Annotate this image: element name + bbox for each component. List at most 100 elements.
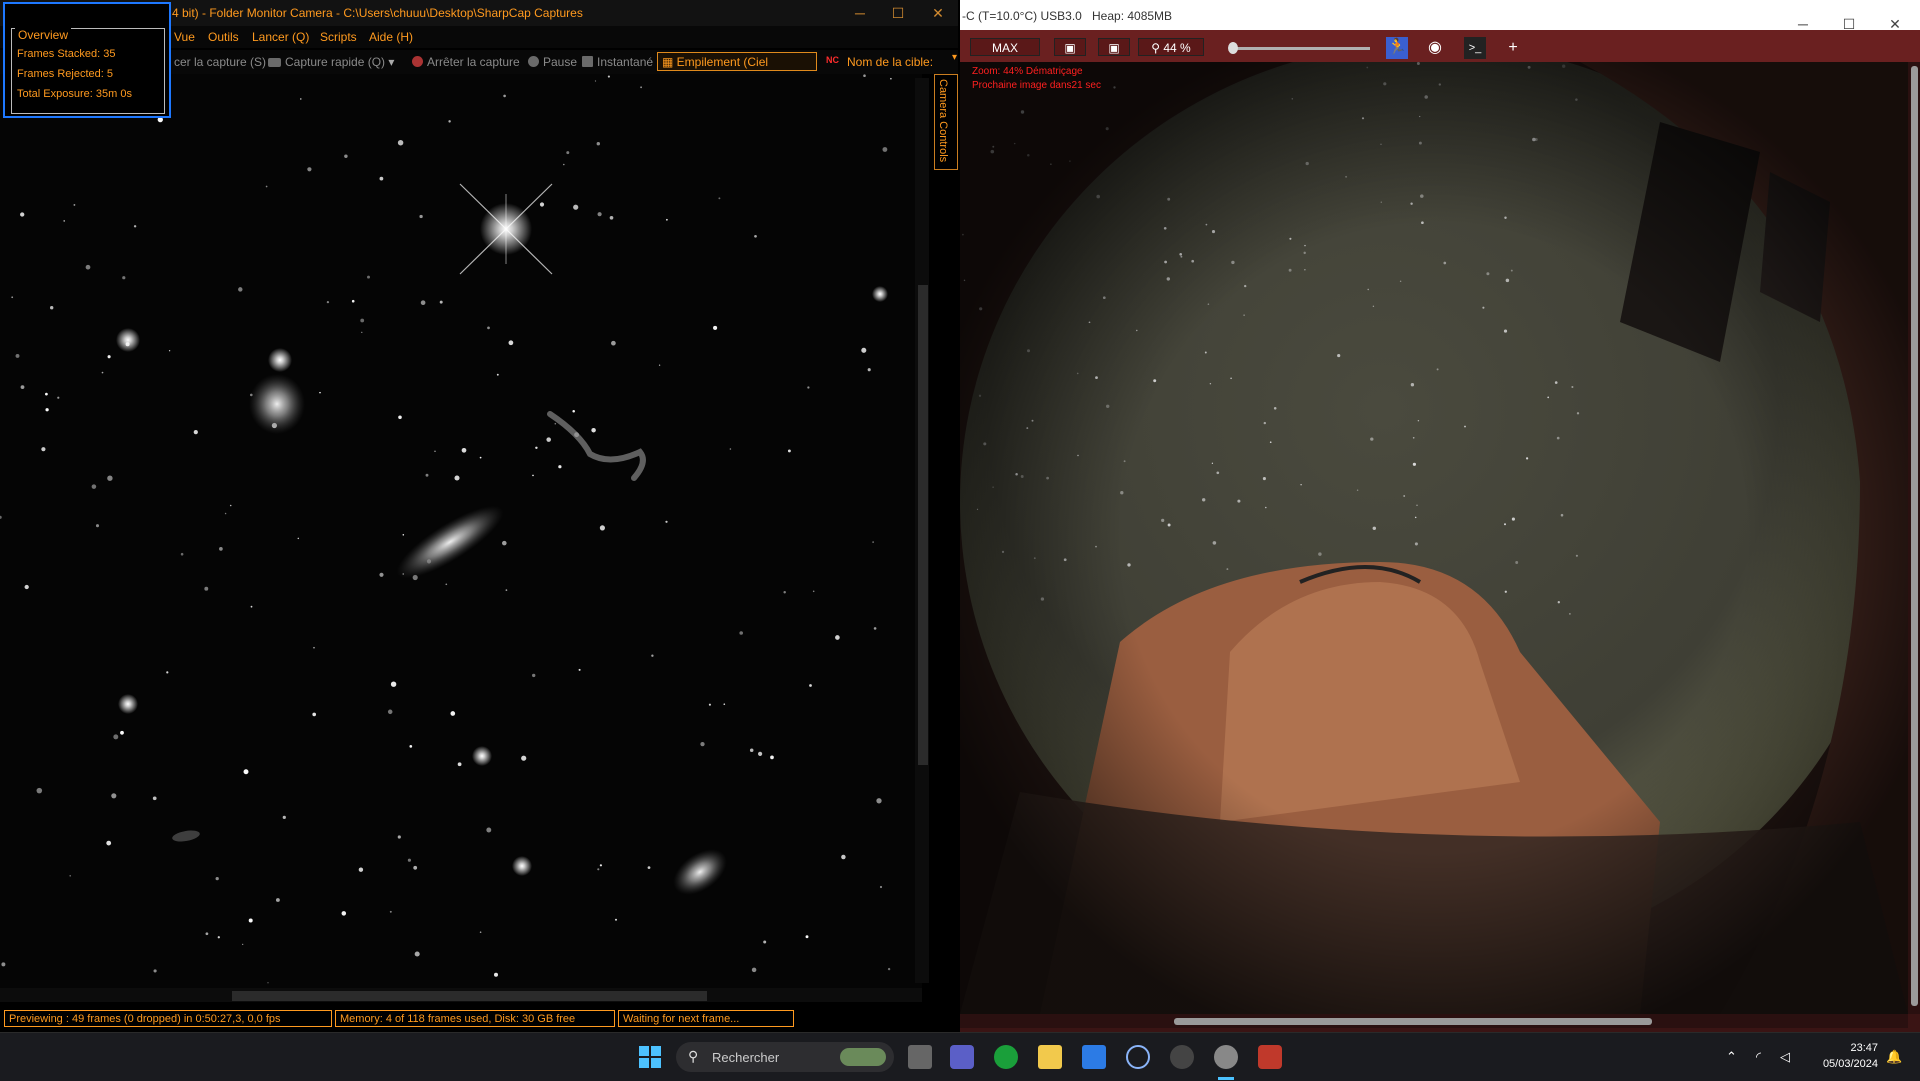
stack-icon: ▦ xyxy=(662,55,677,69)
allsky-vertical-scroll-thumb[interactable] xyxy=(1911,66,1918,1006)
star xyxy=(387,709,393,715)
terminal-icon[interactable]: >_ xyxy=(1464,37,1486,59)
stop-capture-button[interactable]: Arrêter la capture xyxy=(412,55,520,69)
start-icon[interactable] xyxy=(638,1045,662,1069)
sharpcap-icon[interactable] xyxy=(1214,1045,1238,1069)
camera-controls-tab[interactable]: Camera Controls xyxy=(934,74,958,170)
star xyxy=(749,748,754,753)
live-stack-button[interactable]: ▦ Empilement (Ciel profond) xyxy=(657,52,817,88)
star xyxy=(445,583,448,586)
star xyxy=(101,371,104,374)
close-button[interactable]: ✕ xyxy=(916,0,960,26)
star xyxy=(539,202,545,207)
toolbar-overflow-icon[interactable]: ▾ xyxy=(952,52,957,63)
pause-label: Pause xyxy=(543,55,578,69)
clock-date: 05/03/2024 xyxy=(1822,1058,1878,1070)
fit-screen-icon: ▣ xyxy=(1064,41,1076,55)
star xyxy=(106,840,112,846)
star xyxy=(45,408,49,412)
star xyxy=(425,473,429,477)
star xyxy=(729,448,732,450)
teams-icon[interactable] xyxy=(950,1045,974,1069)
quick-capture-button[interactable]: Capture rapide (Q) ▾ xyxy=(268,55,394,69)
app-red-icon[interactable] xyxy=(1258,1045,1282,1069)
record-icon[interactable]: ◉ xyxy=(1424,37,1446,59)
menu-view[interactable]: Vue xyxy=(174,30,195,44)
start-capture-button[interactable]: cer la capture (S) xyxy=(174,55,266,69)
clock[interactable]: 23:47 05/03/2024 xyxy=(1808,1040,1878,1072)
star xyxy=(640,86,642,89)
star xyxy=(69,875,71,877)
chevron-up-icon[interactable]: ⌃ xyxy=(1726,1049,1737,1065)
star xyxy=(248,918,253,923)
star xyxy=(344,154,348,159)
star xyxy=(890,77,892,80)
zoom-button[interactable]: ⚲ 44 % xyxy=(1138,38,1204,56)
star xyxy=(807,386,810,389)
star xyxy=(448,120,451,123)
star xyxy=(205,932,209,936)
maximize-button[interactable]: ☐ xyxy=(876,0,920,26)
status-waiting: Waiting for next frame... xyxy=(618,1010,794,1027)
star xyxy=(754,234,757,238)
image-horizontal-scroll-thumb[interactable] xyxy=(232,991,707,1001)
volume-icon[interactable]: ◁ xyxy=(1780,1049,1790,1065)
run-icon[interactable]: 🏃 xyxy=(1386,37,1408,59)
star xyxy=(91,484,97,489)
zoom-value: 44 % xyxy=(1163,41,1191,55)
star xyxy=(521,755,527,761)
image-vertical-scroll-thumb[interactable] xyxy=(918,285,928,765)
max-button[interactable]: MAX xyxy=(970,38,1040,56)
deep-sky-image-viewport[interactable] xyxy=(0,74,922,994)
snapshot-button[interactable]: Instantané xyxy=(582,55,653,69)
star xyxy=(390,681,397,687)
star xyxy=(397,139,404,146)
star xyxy=(407,858,411,862)
star xyxy=(535,446,538,450)
add-button[interactable]: + xyxy=(1502,37,1524,59)
star xyxy=(487,326,490,330)
star xyxy=(566,151,570,155)
sharpcap-window-title: 4 bit) - Folder Monitor Camera - C:\User… xyxy=(172,6,583,20)
menu-tools[interactable]: Outils xyxy=(208,30,239,44)
allsky-image-viewport[interactable]: Zoom: 44% Dématriçage Prochaine image da… xyxy=(960,62,1908,1014)
star xyxy=(73,203,76,206)
app-circle-icon[interactable] xyxy=(1170,1045,1194,1069)
task-view-icon[interactable] xyxy=(908,1045,932,1069)
zoom-slider-track[interactable] xyxy=(1232,47,1370,50)
menu-scripts[interactable]: Scripts xyxy=(320,30,357,44)
file-explorer-icon[interactable] xyxy=(1038,1045,1062,1069)
menu-help[interactable]: Aide (H) xyxy=(369,30,413,44)
star xyxy=(63,220,66,222)
star xyxy=(351,299,355,303)
fit-screen-button[interactable]: ▣ xyxy=(1054,38,1086,56)
menu-capture[interactable]: Lancer (Q) xyxy=(252,30,309,44)
allsky-horizontal-scroll-thumb[interactable] xyxy=(1174,1018,1652,1025)
star xyxy=(578,668,581,671)
allsky-title-bar[interactable]: -C (T=10.0°C) USB3.0 Heap: 4085MB ─ ☐ ✕ xyxy=(960,0,1920,32)
store-icon[interactable] xyxy=(1082,1045,1106,1069)
app-globe-icon[interactable] xyxy=(1126,1045,1150,1069)
snapshot-icon xyxy=(582,56,593,67)
fullscreen-button[interactable]: ▣ xyxy=(1098,38,1130,56)
wifi-icon[interactable]: ◜ xyxy=(1756,1049,1761,1065)
star xyxy=(113,734,119,740)
star xyxy=(563,163,565,166)
star xyxy=(313,646,315,649)
star xyxy=(45,392,48,396)
pause-button[interactable]: Pause xyxy=(528,55,577,69)
frames-stacked: Frames Stacked: 35 xyxy=(17,48,116,60)
star xyxy=(713,325,718,330)
star xyxy=(133,225,137,228)
star xyxy=(282,815,286,820)
star xyxy=(397,835,401,839)
xbox-icon[interactable] xyxy=(994,1045,1018,1069)
star xyxy=(505,589,508,591)
search-box[interactable]: ⚲ Rechercher xyxy=(676,1042,894,1072)
snapshot-label: Instantané xyxy=(597,55,654,69)
notification-bell-icon[interactable]: 🔔 xyxy=(1886,1049,1902,1065)
star xyxy=(413,865,418,870)
zoom-slider-handle[interactable] xyxy=(1228,42,1238,54)
chevron-down-icon[interactable]: ▾ xyxy=(388,55,394,69)
star xyxy=(879,885,883,889)
